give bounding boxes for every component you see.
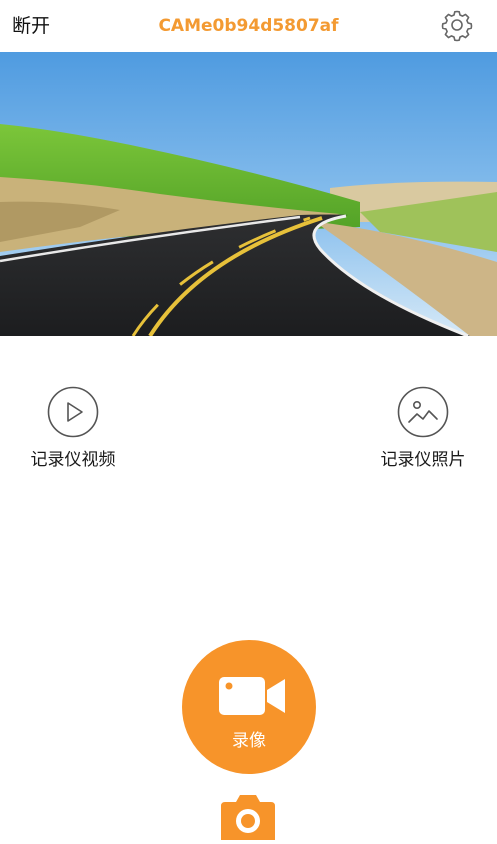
video-camera-icon bbox=[219, 677, 285, 715]
recorder-video-entry[interactable]: 记录仪视频 bbox=[18, 386, 128, 476]
top-bar: 断开 CAMe0b94d5807af bbox=[0, 0, 497, 52]
play-circle-icon bbox=[47, 386, 99, 438]
recorder-photo-label: 记录仪照片 bbox=[380, 450, 466, 470]
image-circle-icon bbox=[397, 386, 449, 438]
recorder-photo-entry[interactable]: 记录仪照片 bbox=[368, 386, 478, 476]
recorder-video-label: 记录仪视频 bbox=[30, 450, 116, 470]
live-preview[interactable] bbox=[0, 52, 497, 336]
record-button[interactable]: 录像 bbox=[182, 640, 316, 774]
record-label: 录像 bbox=[232, 731, 266, 751]
device-name-title: CAMe0b94d5807af bbox=[158, 16, 339, 36]
gear-icon[interactable] bbox=[440, 8, 474, 42]
preview-image bbox=[0, 52, 497, 336]
